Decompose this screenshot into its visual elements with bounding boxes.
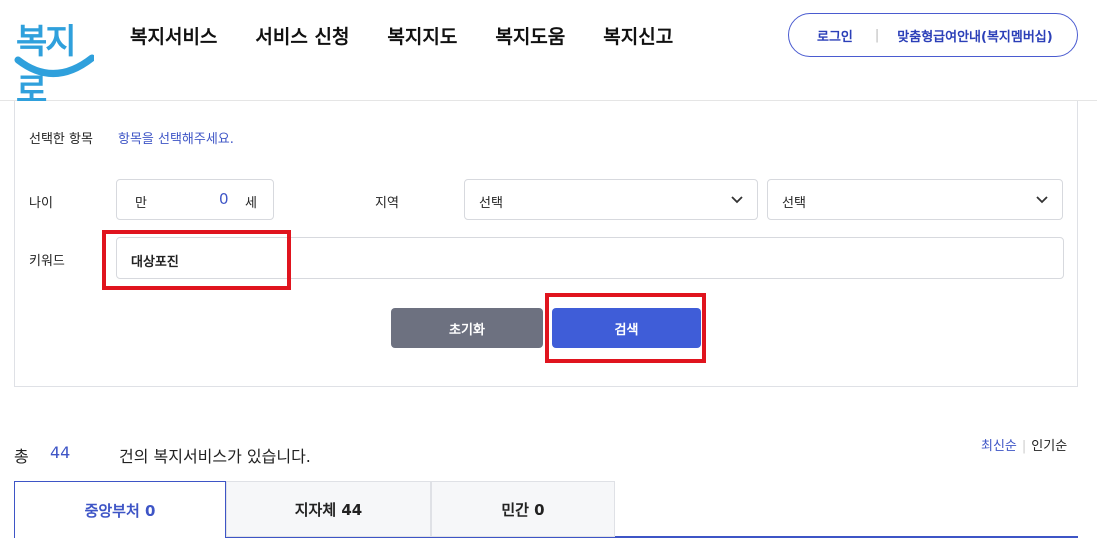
region-province-select[interactable]: 선택 [464, 179, 758, 220]
reset-button[interactable]: 초기화 [391, 308, 543, 348]
region-city-value: 선택 [782, 196, 806, 211]
nav-welfare-help[interactable]: 복지도움 [495, 22, 565, 49]
result-count-text: 총 44 건의 복지서비스가 있습니다. [14, 443, 311, 467]
selected-items-hint: 항목을 선택해주세요. [118, 132, 234, 147]
tab-central-ministry[interactable]: 중앙부처 0 [14, 481, 226, 538]
sort-latest-link[interactable]: 최신순 [981, 439, 1017, 454]
region-city-select[interactable]: 선택 [767, 179, 1063, 220]
age-label: 나이 [29, 196, 53, 211]
chevron-down-icon [731, 196, 743, 204]
keyword-label: 키워드 [29, 254, 65, 269]
keyword-input[interactable]: 대상포진 [116, 237, 1064, 279]
age-prefix: 만 [135, 196, 147, 211]
search-filter-panel: 선택한 항목 항목을 선택해주세요. 나이 만 0 세 지역 선택 선택 키워드… [14, 101, 1078, 387]
login-link[interactable]: 로그인 [817, 26, 853, 45]
logo-smile-icon [14, 54, 94, 77]
sort-popular-link[interactable]: 인기순 [1031, 439, 1067, 454]
result-tabs: 중앙부처 0 지자체 44 민간 0 [14, 481, 1078, 546]
total-suffix: 건의 복지서비스가 있습니다. [119, 447, 311, 466]
search-button[interactable]: 검색 [552, 308, 701, 348]
nav-service-apply[interactable]: 서비스 신청 [255, 22, 349, 49]
total-count: 44 [50, 443, 71, 462]
age-suffix: 세 [245, 196, 257, 211]
region-label: 지역 [375, 196, 399, 211]
age-input[interactable]: 만 0 세 [116, 179, 274, 220]
nav-welfare-service[interactable]: 복지서비스 [130, 22, 217, 49]
tab-local-government[interactable]: 지자체 44 [226, 481, 431, 537]
sort-divider: | [1021, 439, 1027, 454]
sort-options: 최신순 | 인기순 [981, 435, 1067, 454]
nav-welfare-map[interactable]: 복지지도 [387, 22, 457, 49]
age-value[interactable]: 0 [219, 190, 229, 208]
utility-divider: | [874, 27, 880, 43]
bokjiro-logo[interactable]: 복지로 [12, 8, 96, 111]
site-header: 복지로 복지서비스 서비스 신청 복지지도 복지도움 복지신고 로그인 | 맞춤… [0, 0, 1097, 111]
membership-link[interactable]: 맞춤형급여안내(복지멤버십) [897, 26, 1052, 45]
utility-menu: 로그인 | 맞춤형급여안내(복지멤버십) [788, 13, 1078, 57]
region-province-value: 선택 [479, 196, 503, 211]
total-prefix: 총 [14, 447, 29, 466]
nav-welfare-report[interactable]: 복지신고 [603, 22, 673, 49]
tab-private[interactable]: 민간 0 [431, 481, 615, 537]
selected-items-label: 선택한 항목 [29, 132, 93, 147]
main-nav: 복지서비스 서비스 신청 복지지도 복지도움 복지신고 [130, 22, 711, 49]
chevron-down-icon [1036, 196, 1048, 204]
